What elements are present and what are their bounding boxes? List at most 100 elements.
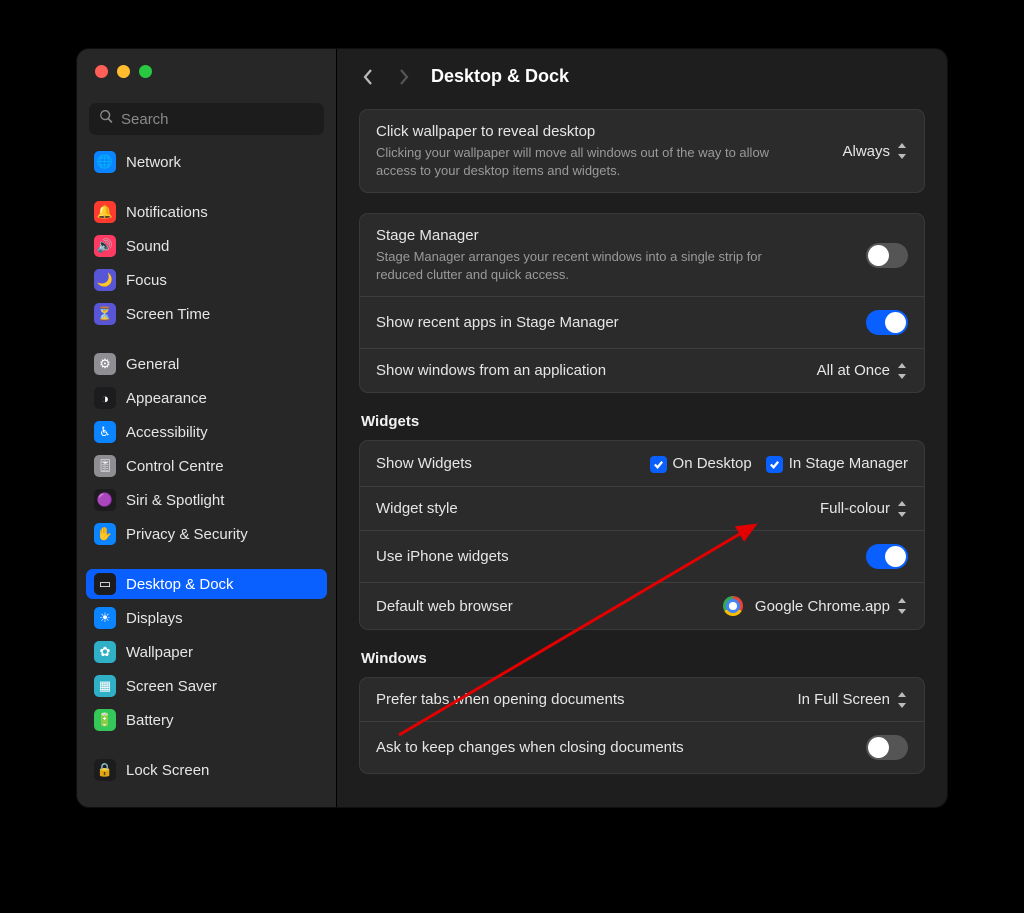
sidebar-item-label: Desktop & Dock bbox=[126, 576, 234, 593]
wallpaper-icon: ✿ bbox=[94, 641, 116, 663]
sidebar-item-label: Screen Saver bbox=[126, 678, 217, 695]
focus-icon: 🌙 bbox=[94, 269, 116, 291]
sidebar-item-lockscreen[interactable]: 🔒 Lock Screen bbox=[86, 755, 327, 785]
forward-button[interactable] bbox=[395, 68, 413, 86]
chevron-updown-icon bbox=[896, 501, 908, 517]
sidebar-item-label: Siri & Spotlight bbox=[126, 492, 224, 509]
click-wallpaper-dropdown[interactable]: Always bbox=[842, 143, 908, 160]
notifications-icon: 🔔 bbox=[94, 201, 116, 223]
widget-style-label: Widget style bbox=[376, 500, 458, 517]
sidebar-item-battery[interactable]: 🔋Battery bbox=[86, 705, 327, 735]
sidebar-item-focus[interactable]: 🌙 Focus bbox=[86, 265, 327, 295]
sidebar-item-accessibility[interactable]: ♿︎ Accessibility bbox=[86, 417, 327, 447]
in-stage-manager-checkbox[interactable] bbox=[766, 454, 789, 473]
chevron-updown-icon bbox=[896, 143, 908, 159]
sidebar-item-label: Displays bbox=[126, 610, 183, 627]
search-input[interactable] bbox=[121, 111, 314, 128]
sidebar-item-screentime[interactable]: ⏳ Screen Time bbox=[86, 299, 327, 329]
recent-apps-label: Show recent apps in Stage Manager bbox=[376, 314, 619, 331]
search-field[interactable] bbox=[89, 103, 324, 135]
main-pane: Desktop & Dock Click wallpaper to reveal… bbox=[337, 49, 947, 807]
prefer-tabs-dropdown[interactable]: In Full Screen bbox=[797, 691, 908, 708]
use-iphone-widgets-toggle[interactable] bbox=[866, 544, 908, 569]
sidebar-item-desktopdock[interactable]: ▭ Desktop & Dock bbox=[86, 569, 327, 599]
recent-apps-toggle[interactable] bbox=[866, 310, 908, 335]
chevron-updown-icon bbox=[896, 363, 908, 379]
widgets-heading: Widgets bbox=[361, 413, 923, 430]
sidebar-item-label: Privacy & Security bbox=[126, 526, 248, 543]
chevron-updown-icon bbox=[896, 692, 908, 708]
sidebar-item-general[interactable]: ⚙︎ General bbox=[86, 349, 327, 379]
lockscreen-icon: 🔒 bbox=[94, 759, 116, 781]
on-desktop-label: On Desktop bbox=[673, 455, 752, 472]
sidebar-item-siri[interactable]: 🟣 Siri & Spotlight bbox=[86, 485, 327, 515]
sidebar-item-label: Network bbox=[126, 154, 181, 171]
sidebar-item-label: Notifications bbox=[126, 204, 208, 221]
sound-icon: 🔊 bbox=[94, 235, 116, 257]
click-wallpaper-title: Click wallpaper to reveal desktop bbox=[376, 123, 796, 140]
sidebar-item-label: Accessibility bbox=[126, 424, 208, 441]
back-button[interactable] bbox=[359, 68, 377, 86]
accessibility-icon: ♿︎ bbox=[94, 421, 116, 443]
general-icon: ⚙︎ bbox=[94, 353, 116, 375]
widget-style-dropdown[interactable]: Full-colour bbox=[820, 500, 908, 517]
chevron-updown-icon bbox=[896, 598, 908, 614]
sidebar-item-label: General bbox=[126, 356, 179, 373]
appearance-icon: ◑ bbox=[94, 387, 116, 409]
sidebar-item-displays[interactable]: ☀︎ Displays bbox=[86, 603, 327, 633]
panel-windows: Prefer tabs when opening documents In Fu… bbox=[359, 677, 925, 774]
chrome-icon bbox=[723, 596, 743, 616]
show-windows-label: Show windows from an application bbox=[376, 362, 606, 379]
sidebar-item-label: Screen Time bbox=[126, 306, 210, 323]
windows-heading: Windows bbox=[361, 650, 923, 667]
displays-icon: ☀︎ bbox=[94, 607, 116, 629]
ask-keep-changes-label: Ask to keep changes when closing documen… bbox=[376, 739, 684, 756]
sidebar-item-label: Wallpaper bbox=[126, 644, 193, 661]
sidebar-item-appearance[interactable]: ◑Appearance bbox=[86, 383, 327, 413]
screentime-icon: ⏳ bbox=[94, 303, 116, 325]
sidebar-item-sound[interactable]: 🔊 Sound bbox=[86, 231, 327, 261]
panel-widgets: Show Widgets On Desktop In Stage Manager… bbox=[359, 440, 925, 630]
show-widgets-label: Show Widgets bbox=[376, 455, 472, 472]
settings-content: Click wallpaper to reveal desktop Clicki… bbox=[337, 105, 947, 807]
use-iphone-widgets-label: Use iPhone widgets bbox=[376, 548, 509, 565]
screensaver-icon: ▦ bbox=[94, 675, 116, 697]
show-windows-dropdown[interactable]: All at Once bbox=[817, 362, 908, 379]
system-settings-window: 🌐 Network 🔔 Notifications 🔊 Sound 🌙 Focus ⏳ Scree… bbox=[77, 49, 947, 807]
close-window-button[interactable] bbox=[95, 65, 108, 78]
in-stage-manager-label: In Stage Manager bbox=[789, 455, 908, 472]
ask-keep-changes-toggle[interactable] bbox=[866, 735, 908, 760]
sidebar-item-network[interactable]: 🌐 Network bbox=[86, 147, 327, 177]
sidebar-item-label: Focus bbox=[126, 272, 167, 289]
stage-manager-desc: Stage Manager arranges your recent windo… bbox=[376, 248, 796, 283]
window-controls bbox=[77, 49, 336, 93]
sidebar-item-label: Lock Screen bbox=[126, 762, 209, 779]
sidebar-item-controlcentre[interactable]: 🎚 Control Centre bbox=[86, 451, 327, 481]
sidebar-item-screensaver[interactable]: ▦ Screen Saver bbox=[86, 671, 327, 701]
desktopdock-icon: ▭ bbox=[94, 573, 116, 595]
zoom-window-button[interactable] bbox=[139, 65, 152, 78]
privacy-icon: ✋ bbox=[94, 523, 116, 545]
default-browser-dropdown[interactable]: Google Chrome.app bbox=[723, 596, 908, 616]
stage-manager-toggle[interactable] bbox=[866, 243, 908, 268]
network-icon: 🌐 bbox=[94, 151, 116, 173]
minimize-window-button[interactable] bbox=[117, 65, 130, 78]
topbar: Desktop & Dock bbox=[337, 49, 947, 105]
panel-click-wallpaper: Click wallpaper to reveal desktop Clicki… bbox=[359, 109, 925, 193]
click-wallpaper-desc: Clicking your wallpaper will move all wi… bbox=[376, 144, 796, 179]
controlcentre-icon: 🎚 bbox=[94, 455, 116, 477]
sidebar-item-notifications[interactable]: 🔔 Notifications bbox=[86, 197, 327, 227]
panel-stage-manager: Stage Manager Stage Manager arranges you… bbox=[359, 213, 925, 393]
page-title: Desktop & Dock bbox=[431, 66, 569, 87]
search-icon bbox=[99, 109, 114, 129]
sidebar-item-label: Sound bbox=[126, 238, 169, 255]
sidebar-nav: 🌐 Network 🔔 Notifications 🔊 Sound 🌙 Focus ⏳ Scree… bbox=[77, 143, 336, 807]
stage-manager-title: Stage Manager bbox=[376, 227, 796, 244]
sidebar-item-wallpaper[interactable]: ✿ Wallpaper bbox=[86, 637, 327, 667]
on-desktop-checkbox[interactable] bbox=[650, 454, 673, 473]
battery-icon: 🔋 bbox=[94, 709, 116, 731]
prefer-tabs-label: Prefer tabs when opening documents bbox=[376, 691, 625, 708]
sidebar-item-label: Control Centre bbox=[126, 458, 224, 475]
siri-icon: 🟣 bbox=[94, 489, 116, 511]
sidebar-item-privacy[interactable]: ✋ Privacy & Security bbox=[86, 519, 327, 549]
